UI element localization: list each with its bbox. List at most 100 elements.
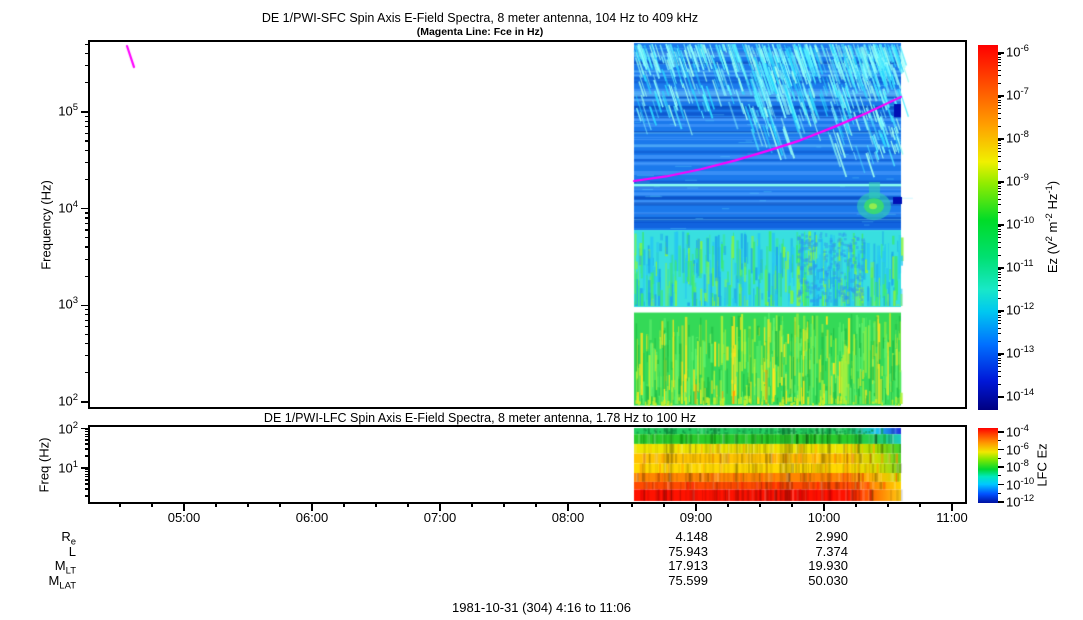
sfc-cbar-minor-tick <box>998 332 1001 334</box>
time-minor-tick <box>119 502 121 507</box>
ephemeris-value: 75.599 <box>668 572 708 588</box>
sfc-y-minor-tick <box>85 217 90 219</box>
time-minor-tick <box>151 502 153 507</box>
time-minor-tick <box>727 502 729 507</box>
sfc-cbar-minor-tick <box>998 203 1001 205</box>
lfc-y-minor-tick <box>85 488 90 490</box>
ephemeris-value: 2.990 <box>815 529 848 544</box>
sfc-cbar-minor-tick <box>998 277 1001 279</box>
sfc-cbar-minor-tick <box>998 327 1001 329</box>
sfc-cbar-minor-tick <box>998 320 1001 322</box>
sfc-y-minor-tick <box>85 333 90 335</box>
sfc-spectrogram-canvas <box>90 42 965 407</box>
lfc-y-minor-tick <box>85 495 90 497</box>
sfc-cbar-tick-label: 10-10 <box>1006 215 1035 232</box>
sfc-cbar-minor-tick <box>998 108 1001 110</box>
sfc-y-major-tick <box>81 401 90 403</box>
sfc-y-minor-tick <box>85 343 90 345</box>
time-minor-tick <box>503 502 505 507</box>
sfc-y-minor-tick <box>85 120 90 122</box>
sfc-panel <box>88 40 967 409</box>
sfc-cbar-minor-tick <box>998 65 1001 67</box>
sfc-y-tick-label: 104 <box>58 198 78 215</box>
time-minor-tick <box>535 502 537 507</box>
ephemeris-row-label: L <box>68 543 76 559</box>
sfc-cbar-minor-tick <box>998 102 1001 104</box>
sfc-y-minor-tick <box>85 319 90 321</box>
sfc-cbar-minor-tick <box>998 69 1001 71</box>
lfc-spectrogram-canvas <box>90 427 965 502</box>
time-minor-tick <box>791 502 793 507</box>
sfc-y-minor-tick <box>85 115 90 117</box>
time-minor-tick <box>343 502 345 507</box>
sfc-cbar-minor-tick <box>998 340 1001 342</box>
ephemeris-row-label: MLAT <box>48 572 76 592</box>
lfc-title: DE 1/PWI-LFC Spin Axis E-Field Spectra, … <box>263 411 697 425</box>
sfc-title: DE 1/PWI-SFC Spin Axis E-Field Spectra, … <box>261 11 699 25</box>
sfc-y-minor-tick <box>85 355 90 357</box>
sfc-cbar-minor-tick <box>998 297 1001 299</box>
sfc-cbar-minor-tick <box>998 312 1001 314</box>
sfc-y-minor-tick <box>85 178 90 181</box>
time-tick-label: 07:00 <box>423 510 457 525</box>
lfc-cbar-major-tick <box>998 466 1004 468</box>
lfc-y-minor-tick <box>85 436 90 438</box>
lfc-colorbar <box>978 428 998 503</box>
time-tick-label: 06:00 <box>295 510 329 525</box>
time-minor-tick <box>759 502 761 507</box>
time-minor-tick <box>631 502 633 507</box>
sfc-cbar-tick-label: 10-13 <box>1006 344 1035 361</box>
sfc-y-minor-tick <box>85 372 90 374</box>
time-minor-tick <box>247 502 249 507</box>
sfc-y-minor-tick <box>85 326 90 328</box>
sfc-cbar-minor-tick <box>998 314 1001 316</box>
lfc-y-minor-tick <box>85 429 90 431</box>
sfc-cbar-minor-tick <box>998 148 1001 150</box>
sfc-cbar-tick-label: 10-11 <box>1006 258 1034 275</box>
sfc-cbar-tick-label: 10-8 <box>1006 129 1029 146</box>
ephemeris-value: 7.374 <box>815 543 848 559</box>
sfc-cbar-minor-tick <box>998 198 1001 200</box>
time-tick-label: 11:00 <box>936 510 968 525</box>
plot-caption: 1981-10-31 (304) 4:16 to 11:06 <box>451 600 631 615</box>
time-minor-tick <box>215 502 217 507</box>
lfc-cbar-major-tick <box>998 501 1004 503</box>
sfc-cbar-major-tick <box>998 396 1004 398</box>
sfc-cbar-minor-tick <box>998 284 1001 286</box>
sfc-cbar-minor-tick <box>998 82 1001 84</box>
sfc-cbar-minor-tick <box>998 125 1001 127</box>
lfc-y-minor-tick <box>85 448 90 450</box>
lfc-y-minor-tick <box>85 473 90 475</box>
time-minor-tick <box>887 502 889 507</box>
lfc-cbar-minor-tick <box>998 440 1001 442</box>
sfc-cbar-minor-tick <box>998 241 1001 243</box>
sfc-cbar-minor-tick <box>998 254 1001 256</box>
sfc-cbar-minor-tick <box>998 375 1001 377</box>
lfc-cbar-major-tick <box>998 448 1004 451</box>
sfc-cbar-minor-tick <box>998 226 1001 228</box>
sfc-cbar-minor-tick <box>998 280 1001 282</box>
lfc-cbar-minor-tick <box>998 475 1001 477</box>
sfc-cbar-minor-tick <box>998 99 1001 101</box>
sfc-y-minor-tick <box>85 126 90 128</box>
sfc-y-minor-tick <box>85 82 90 84</box>
sfc-cbar-minor-tick <box>998 246 1001 248</box>
sfc-colorbar-label: Ez (V2 m-2 Hz-1) <box>1043 180 1061 274</box>
sfc-y-minor-tick <box>85 132 90 134</box>
sfc-cbar-minor-tick <box>998 274 1001 276</box>
sfc-cbar-minor-tick <box>998 383 1001 385</box>
ephemeris-value: 17.913 <box>668 558 708 574</box>
sfc-cbar-minor-tick <box>998 160 1001 162</box>
sfc-y-minor-tick <box>85 53 90 55</box>
sfc-cbar-tick-label: 10-6 <box>1006 43 1029 60</box>
sfc-cbar-minor-tick <box>998 183 1001 185</box>
sfc-cbar-minor-tick <box>998 357 1001 359</box>
sfc-y-minor-tick <box>85 43 90 45</box>
sfc-cbar-minor-tick <box>998 62 1001 64</box>
lfc-y-tick-label: 102 <box>58 419 78 436</box>
sfc-y-axis-label: Frequency (Hz) <box>38 180 54 270</box>
sfc-cbar-minor-tick <box>998 142 1001 144</box>
time-tick-label: 08:00 <box>551 510 585 525</box>
sfc-cbar-minor-tick <box>998 234 1001 236</box>
lfc-y-minor-tick <box>85 471 90 473</box>
